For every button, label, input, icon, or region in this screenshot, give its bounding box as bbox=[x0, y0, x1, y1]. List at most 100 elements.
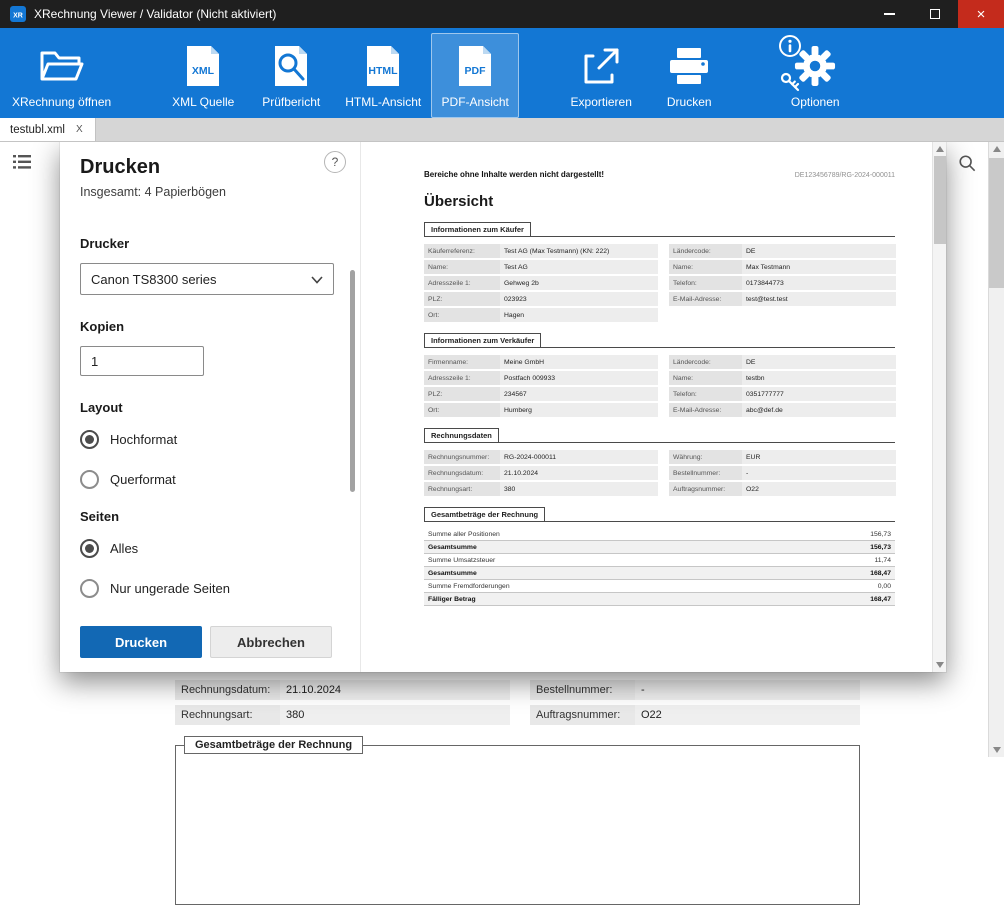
printer-selected-value: Canon TS8300 series bbox=[91, 272, 217, 287]
close-button[interactable]: × bbox=[958, 0, 1004, 28]
table-row: Rechnungsart:380Auftragsnummer:O22 bbox=[424, 482, 895, 496]
tab-bar: testubl.xml X bbox=[0, 118, 1004, 142]
toolbar-button-html-ansicht[interactable]: HTMLHTML-Ansicht bbox=[335, 33, 431, 118]
section-title: Informationen zum Käufer bbox=[424, 222, 531, 237]
tab-testubl-xml[interactable]: testubl.xml X bbox=[0, 118, 96, 141]
toolbar-button-drucken[interactable]: Drucken bbox=[645, 33, 733, 118]
scroll-down-button[interactable] bbox=[989, 743, 1004, 757]
preview-section-informationen-zum-k-ufer: Informationen zum KäuferKäuferreferenz:T… bbox=[424, 222, 895, 322]
content-area: Rechnungsdatum:21.10.2024Bestellnummer:-… bbox=[0, 142, 1004, 757]
table-row: Ort:Hagen bbox=[424, 308, 895, 322]
print-dialog-title: Drucken bbox=[80, 156, 160, 179]
totals-row: Gesamtsumme168,47 bbox=[424, 567, 895, 580]
html-document-icon: HTML bbox=[364, 42, 402, 90]
minimize-button[interactable] bbox=[866, 0, 912, 28]
main-scroll-thumb[interactable] bbox=[989, 158, 1004, 288]
scroll-up-button[interactable] bbox=[989, 142, 1004, 156]
export-icon bbox=[579, 42, 623, 90]
pdf-page: Bereiche ohne Inhalte werden nicht darge… bbox=[361, 142, 932, 672]
toolbar-button-xrechnung-ffnen[interactable]: XRechnung öffnen bbox=[2, 33, 121, 118]
printer-icon bbox=[667, 42, 711, 90]
preview-scroll-up-button[interactable] bbox=[933, 142, 946, 156]
section-title: Gesamtbeträge der Rechnung bbox=[424, 507, 545, 522]
section-title: Rechnungsdaten bbox=[424, 428, 499, 443]
chevron-down-icon bbox=[311, 272, 323, 287]
arrow-up-icon bbox=[993, 146, 1001, 152]
maximize-icon bbox=[930, 9, 940, 19]
toolbar-button-xml-quelle[interactable]: XMLXML Quelle bbox=[159, 33, 247, 118]
field-label: Bestellnummer: bbox=[530, 680, 635, 700]
print-overlay: Drucken ? Insgesamt: 4 Papierbögen Druck… bbox=[60, 142, 946, 672]
copies-label: Kopien bbox=[80, 319, 334, 334]
document-magnifier-icon bbox=[272, 42, 310, 90]
info-button[interactable] bbox=[776, 34, 804, 62]
radio-option-hochformat[interactable]: Hochformat bbox=[80, 429, 334, 449]
pdf-document-icon: PDF bbox=[456, 42, 494, 90]
preview-scroll-thumb[interactable] bbox=[934, 156, 946, 244]
radio-unselected-icon bbox=[80, 579, 99, 598]
titlebar: XR XRechnung Viewer / Validator (Nicht a… bbox=[0, 0, 1004, 28]
radio-unselected-icon bbox=[80, 470, 99, 489]
printer-select[interactable]: Canon TS8300 series bbox=[80, 263, 334, 295]
table-row: PLZ:023923E-Mail-Adresse:test@test.test bbox=[424, 292, 895, 306]
sheet-count-text: Insgesamt: 4 Papierbögen bbox=[80, 185, 226, 199]
maximize-button[interactable] bbox=[912, 0, 958, 28]
pages-options: Alles Nur ungerade Seiten bbox=[80, 538, 334, 598]
toolbar-button-pdf-ansicht[interactable]: PDFPDF-Ansicht bbox=[431, 33, 519, 118]
key-icon bbox=[778, 70, 802, 99]
preview-scrollbar[interactable] bbox=[932, 142, 946, 672]
svg-text:XR: XR bbox=[13, 13, 23, 20]
app-icon: XR bbox=[10, 6, 26, 22]
dialog-actions: Drucken Abbrechen bbox=[80, 626, 332, 658]
toolbar-button-exportieren[interactable]: Exportieren bbox=[557, 33, 645, 118]
toolbar-button-pr-fbericht[interactable]: Prüfbericht bbox=[247, 33, 335, 118]
layout-label: Layout bbox=[80, 400, 334, 415]
radio-option-querformat[interactable]: Querformat bbox=[80, 469, 334, 489]
preview-heading: Übersicht bbox=[424, 193, 895, 210]
totals-row: Fälliger Betrag168,47 bbox=[424, 593, 895, 606]
radio-option-alles[interactable]: Alles bbox=[80, 538, 334, 558]
preview-section-gesamtbetr-ge-der-rechnung: Gesamtbeträge der RechnungSumme aller Po… bbox=[424, 507, 895, 606]
printer-label: Drucker bbox=[80, 236, 334, 251]
main-toolbar: XRechnung öffnen XMLXML QuellePrüfbericht… bbox=[0, 28, 1004, 118]
tab-close-icon[interactable]: X bbox=[74, 124, 85, 135]
toolbar-items: XRechnung öffnen XMLXML QuellePrüfbericht… bbox=[0, 28, 1004, 118]
table-row: Adresszeile 1:Gehweg 2bTelefon:017384477… bbox=[424, 276, 895, 290]
preview-scroll-down-button[interactable] bbox=[933, 658, 946, 672]
help-button[interactable]: ? bbox=[324, 151, 346, 173]
tab-label: testubl.xml bbox=[10, 124, 65, 136]
svg-text:XML: XML bbox=[192, 65, 215, 77]
toolbar-right-icons bbox=[776, 34, 804, 98]
table-row: Adresszeile 1:Postfach 009933Name:testbn bbox=[424, 371, 895, 385]
field-label: Auftragsnummer: bbox=[530, 705, 635, 725]
svg-text:PDF: PDF bbox=[465, 65, 487, 77]
cancel-button[interactable]: Abbrechen bbox=[210, 626, 332, 658]
print-button[interactable]: Drucken bbox=[80, 626, 202, 658]
window-controls: × bbox=[866, 0, 1004, 28]
field-value: 21.10.2024 bbox=[280, 680, 510, 700]
arrow-down-icon bbox=[993, 747, 1001, 753]
pdf-preview: Bereiche ohne Inhalte werden nicht darge… bbox=[360, 142, 932, 672]
radio-option-nur-ungerade-seiten[interactable]: Nur ungerade Seiten bbox=[80, 578, 334, 598]
table-row: Rechnungsnummer:RG-2024-000011Währung:EU… bbox=[424, 450, 895, 464]
main-scrollbar[interactable] bbox=[988, 142, 1004, 757]
folder-open-icon bbox=[38, 42, 86, 90]
close-icon: × bbox=[977, 7, 986, 22]
copies-input[interactable] bbox=[80, 346, 204, 376]
arrow-up-icon bbox=[936, 146, 944, 152]
section-title: Informationen zum Verkäufer bbox=[424, 333, 541, 348]
field-value: - bbox=[635, 680, 860, 700]
table-row: Rechnungsdatum:21.10.2024Bestellnummer:- bbox=[424, 466, 895, 480]
license-key-button[interactable] bbox=[776, 70, 804, 98]
question-mark-icon: ? bbox=[332, 155, 339, 169]
minimize-icon bbox=[884, 13, 895, 15]
arrow-down-icon bbox=[936, 662, 944, 668]
field-value: 380 bbox=[280, 705, 510, 725]
field-label: Rechnungsdatum: bbox=[175, 680, 280, 700]
background-section-title: Gesamtbeträge der Rechnung bbox=[184, 736, 363, 754]
xml-document-icon: XML bbox=[184, 42, 222, 90]
table-row: Firmenname:Meine GmbHLändercode:DE bbox=[424, 355, 895, 369]
dialog-scrollbar[interactable] bbox=[350, 270, 355, 492]
totals-row: Summe Fremdforderungen0,00 bbox=[424, 580, 895, 593]
document-reference: DE123456789/RG-2024-000011 bbox=[795, 172, 895, 179]
